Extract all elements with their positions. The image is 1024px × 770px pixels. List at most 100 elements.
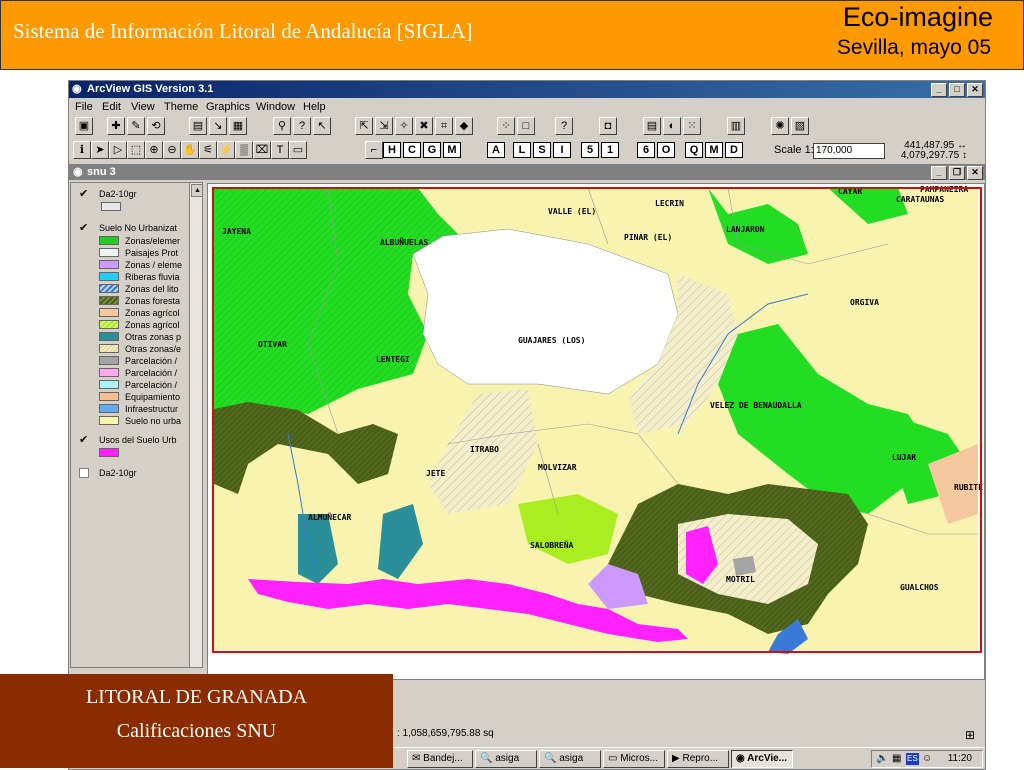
zoom-in-center-icon[interactable]: ✖ [415, 117, 433, 135]
tool-l[interactable]: L [513, 142, 531, 158]
scroll-up-icon[interactable]: ▲ [191, 184, 202, 197]
save-icon[interactable]: ▣ [75, 117, 93, 135]
minimize-button[interactable]: _ [931, 83, 947, 97]
table-icon[interactable]: ▦ [229, 117, 247, 135]
label-icon[interactable]: ⌧ [253, 141, 271, 159]
legend-swatch [99, 236, 119, 245]
view-titlebar: ◉ snu 3 _ ❐ ✕ [69, 164, 985, 180]
layer-da2-checkbox[interactable]: ✔ [79, 189, 89, 200]
help-icon[interactable]: ? [555, 117, 573, 135]
speaker-icon[interactable]: 🔈 [876, 751, 888, 767]
find-icon[interactable]: ⚲ [273, 117, 291, 135]
maximize-button[interactable]: □ [949, 83, 965, 97]
task-arcview[interactable]: ◉ ArcVie... [731, 750, 793, 768]
zoom-full-icon[interactable]: ⇱ [355, 117, 373, 135]
menu-window[interactable]: Window [256, 99, 295, 115]
legend-label: Zonas agrícol [125, 308, 180, 318]
draw-icon[interactable]: ▭ [289, 141, 307, 159]
select-by-theme-icon[interactable]: ⁘ [497, 117, 515, 135]
tool-1[interactable]: 1 [601, 142, 619, 158]
layout-icon[interactable]: ▤ [643, 117, 661, 135]
legend-swatch [99, 380, 119, 389]
pan-icon[interactable]: ✋ [181, 141, 199, 159]
close-button[interactable]: ✕ [967, 83, 983, 97]
theme-properties-icon[interactable]: ✎ [127, 117, 145, 135]
tool-5[interactable]: 5 [581, 142, 599, 158]
menu-view[interactable]: View [131, 99, 155, 115]
view-close-button[interactable]: ✕ [967, 166, 983, 180]
layer-usos-swatch [99, 448, 119, 457]
tool-6[interactable]: 6 [637, 142, 655, 158]
layer-usos-checkbox[interactable]: ✔ [79, 435, 89, 446]
zoom-in-icon[interactable]: ⊕ [145, 141, 163, 159]
task-micros[interactable]: ▭ Micros... [603, 750, 665, 768]
open-table-icon[interactable]: ▤ [189, 117, 207, 135]
legend-swatch [99, 344, 119, 353]
view-minimize-button[interactable]: _ [931, 166, 947, 180]
task-asiga-2[interactable]: 🔍 asiga [539, 750, 601, 768]
menu-theme[interactable]: Theme [164, 99, 198, 115]
area-of-interest-icon[interactable]: ▒ [235, 141, 253, 159]
scale-input[interactable]: 170,000 [813, 143, 885, 159]
edit-legend-icon[interactable]: ⟲ [147, 117, 165, 135]
report-icon[interactable]: ▥ [727, 117, 745, 135]
locate-icon[interactable]: ↖ [313, 117, 331, 135]
select-feature-icon[interactable]: ⬚ [127, 141, 145, 159]
tool-c[interactable]: C [403, 142, 421, 158]
gear-icon[interactable]: ✺ [771, 117, 789, 135]
pointer-icon[interactable]: ➤ [91, 141, 109, 159]
network-icon[interactable]: ▦ [892, 751, 901, 767]
folder-search-icon: 🔍 [480, 753, 493, 764]
menu-graphics[interactable]: Graphics [206, 99, 250, 115]
slide-date: Sevilla, mayo 05 [836, 36, 991, 59]
palette-icon[interactable]: ⁙ [683, 117, 701, 135]
task-bandeja[interactable]: ✉ Bandej... [407, 750, 473, 768]
menu-file[interactable]: File [75, 99, 93, 115]
tool-o[interactable]: O [657, 142, 675, 158]
query-icon[interactable]: ? [293, 117, 311, 135]
tool-a[interactable]: A [487, 142, 505, 158]
layer-da2b-name[interactable]: Da2-10gr [99, 468, 137, 478]
snap-icon[interactable]: ⌐ [365, 141, 383, 159]
menu-edit[interactable]: Edit [102, 99, 121, 115]
task-repro[interactable]: ▶ Repro... [667, 750, 729, 768]
zoom-out-center-icon[interactable]: ⌗ [435, 117, 453, 135]
tool-m[interactable]: M [443, 142, 461, 158]
zoom-selected-icon[interactable]: ✧ [395, 117, 413, 135]
clear-selection-icon[interactable]: □ [517, 117, 535, 135]
tool-d[interactable]: D [725, 142, 743, 158]
menu-help[interactable]: Help [303, 99, 326, 115]
toc-scrollbar[interactable]: ▲ [189, 183, 202, 667]
tool-g[interactable]: G [423, 142, 441, 158]
tool-i[interactable]: I [553, 142, 571, 158]
zoom-previous-icon[interactable]: ◆ [455, 117, 473, 135]
tool-s[interactable]: S [533, 142, 551, 158]
view-restore-button[interactable]: ❐ [949, 166, 965, 180]
inbox-icon: ✉ [412, 753, 421, 764]
layer-snu-name[interactable]: Suelo No Urbanizat [99, 223, 177, 233]
zoom-out-icon[interactable]: ⊖ [163, 141, 181, 159]
layer-snu-checkbox[interactable]: ✔ [79, 223, 89, 234]
select-icon[interactable]: ↘ [209, 117, 227, 135]
layer-usos-name[interactable]: Usos del Suelo Urb [99, 435, 177, 445]
vertex-edit-icon[interactable]: ▷ [109, 141, 127, 159]
task-asiga-1[interactable]: 🔍 asiga [475, 750, 537, 768]
tool-q[interactable]: Q [685, 142, 703, 158]
hotlink-tool-icon[interactable]: ⚡ [217, 141, 235, 159]
layer-da2b-checkbox[interactable] [79, 468, 89, 478]
antivirus-icon[interactable]: ☺ [922, 751, 932, 767]
view-doc-icon: ◉ [73, 166, 83, 178]
measure-icon[interactable]: ⚟ [199, 141, 217, 159]
frame-icon[interactable]: ▧ [791, 117, 809, 135]
tool-h[interactable]: H [383, 142, 401, 158]
zoom-themes-icon[interactable]: ⇲ [375, 117, 393, 135]
text-icon[interactable]: T [271, 141, 289, 159]
layer-da2-name[interactable]: Da2-10gr [99, 189, 137, 199]
identify-icon[interactable]: ℹ [73, 141, 91, 159]
language-indicator[interactable]: ES [906, 753, 919, 765]
hotlink-icon[interactable]: ◘ [599, 117, 617, 135]
add-theme-icon[interactable]: ✚ [107, 117, 125, 135]
contrast-icon[interactable]: ◐ [663, 117, 681, 135]
tool-m2[interactable]: M [705, 142, 723, 158]
map-view[interactable]: CAYAR PAMPANEIRA CARATAUNAS VALLE (EL) L… [207, 183, 985, 680]
